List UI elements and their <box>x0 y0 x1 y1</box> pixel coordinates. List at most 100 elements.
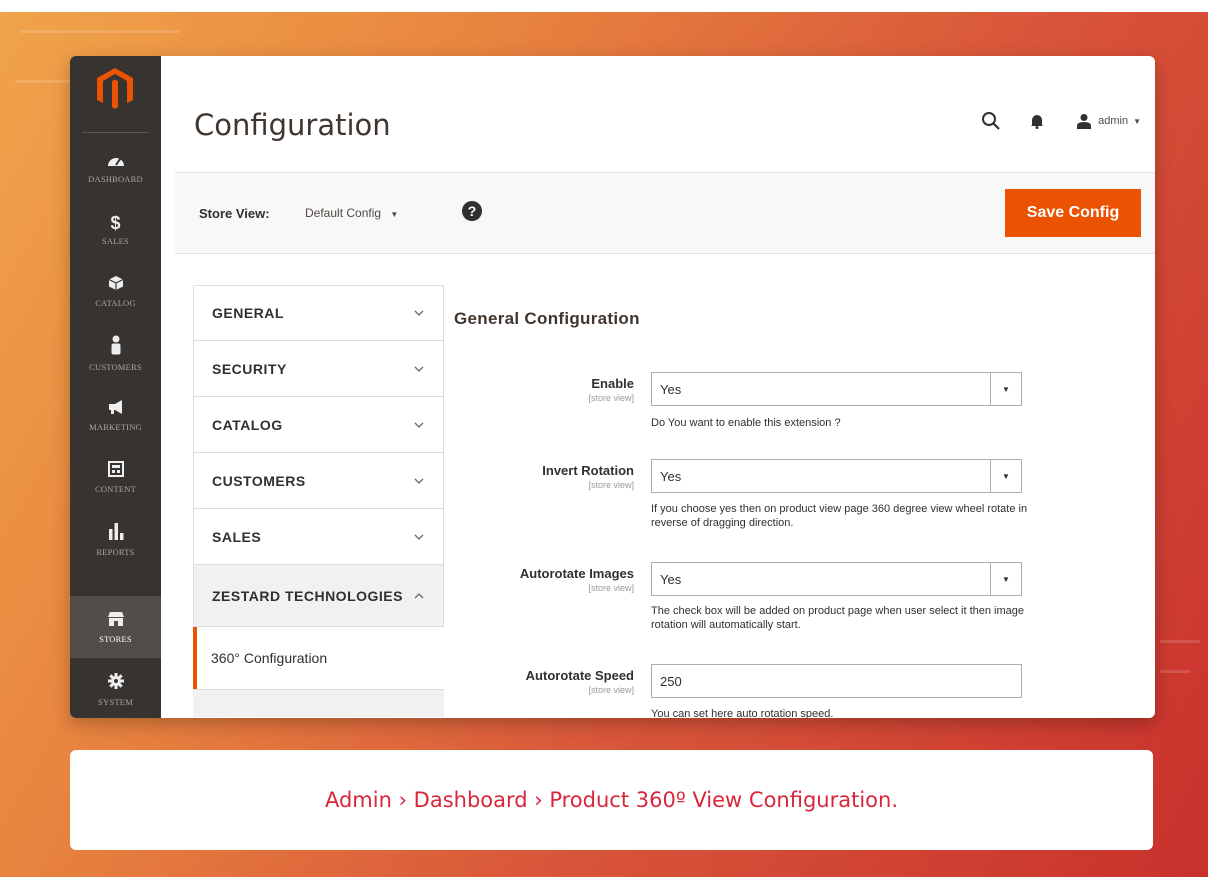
tab-sales[interactable]: SALES <box>193 509 444 565</box>
enable-select[interactable]: Yes ▼ <box>651 372 1022 406</box>
tab-label: GENERAL <box>212 305 284 321</box>
help-icon[interactable]: ? <box>462 201 482 221</box>
field-scope: [store view] <box>588 685 634 695</box>
field-note: Do You want to enable this extension ? <box>651 417 841 429</box>
select-value: Yes <box>660 381 682 397</box>
nav-label: STORES <box>99 633 132 644</box>
bell-icon[interactable] <box>1024 110 1050 132</box>
field-name: Autorotate Images <box>519 566 634 581</box>
user-menu[interactable]: admin ▼ <box>1076 113 1141 129</box>
autorotate-speed-input[interactable]: 250 <box>651 664 1022 698</box>
tab-label: SECURITY <box>212 360 287 377</box>
field-scope: [store view] <box>588 583 634 593</box>
megaphone-icon <box>107 399 125 419</box>
field-label: Autorotate Speed [store view] <box>526 668 634 695</box>
chevron-down-icon: ▼ <box>390 210 399 219</box>
chevron-up-icon <box>414 592 424 598</box>
gear-icon <box>107 672 125 694</box>
store-view-switcher[interactable]: Default Config ▼ <box>305 206 398 220</box>
search-icon[interactable] <box>978 110 1004 132</box>
admin-sidebar: DASHBOARD $ SALES CATALOG CUSTOMERS MARK… <box>70 56 161 718</box>
store-view-label: Store View: <box>199 206 270 221</box>
field-note: If you choose yes then on product view p… <box>651 503 1028 529</box>
nav-marketing[interactable]: MARKETING <box>70 384 161 446</box>
nav-stores[interactable]: STORES <box>70 596 161 658</box>
chevron-down-icon: ▼ <box>990 373 1021 405</box>
page-actions-bar: Store View: Default Config ▼ ? Save Conf… <box>175 172 1155 254</box>
top-border <box>0 0 1208 12</box>
tab-customers[interactable]: CUSTOMERS <box>193 453 444 509</box>
field-label: Enable [store view] <box>588 376 634 403</box>
bottom-border <box>0 877 1208 887</box>
nav-system[interactable]: SYSTEM <box>70 658 161 718</box>
field-name: Autorotate Speed <box>525 668 634 683</box>
nav-dashboard[interactable]: DASHBOARD <box>70 136 161 198</box>
header-actions: admin ▼ <box>958 110 1141 132</box>
cube-icon <box>108 275 124 295</box>
layout-icon <box>107 460 124 481</box>
subtab-360-configuration[interactable]: 360° Configuration <box>193 627 444 689</box>
select-value: Yes <box>660 571 682 587</box>
tab-list-continuation <box>193 689 444 717</box>
tab-label: CATALOG <box>212 416 283 433</box>
tab-security[interactable]: SECURITY <box>193 341 444 397</box>
chevron-down-icon <box>414 534 424 540</box>
nav-label: DASHBOARD <box>88 173 143 184</box>
background-stripe <box>1160 670 1190 673</box>
save-config-button[interactable]: Save Config <box>1005 189 1141 237</box>
caption-card: Admin › Dashboard › Product 360º View Co… <box>70 750 1153 850</box>
chevron-down-icon <box>414 310 424 316</box>
background-stripe <box>1160 640 1200 643</box>
chevron-down-icon <box>414 422 424 428</box>
background-stripe <box>20 30 180 33</box>
config-tabs: GENERAL SECURITY CATALOG CUSTOMERS SALES… <box>193 285 444 717</box>
background-stripe <box>15 80 75 83</box>
invert-rotation-select[interactable]: Yes ▼ <box>651 459 1022 493</box>
field-scope: [store view] <box>588 393 634 403</box>
chevron-down-icon: ▼ <box>990 563 1021 595</box>
tab-catalog[interactable]: CATALOG <box>193 397 444 453</box>
field-label: Autorotate Images [store view] <box>520 566 634 593</box>
nav-catalog[interactable]: CATALOG <box>70 260 161 322</box>
subtab-label: 360° Configuration <box>211 650 328 666</box>
nav-label: CATALOG <box>95 297 136 308</box>
breadcrumb-caption: Admin › Dashboard › Product 360º View Co… <box>324 788 899 812</box>
field-note: You can set here auto rotation speed. <box>651 708 834 718</box>
user-name: admin <box>1098 115 1129 127</box>
person-icon <box>109 335 123 359</box>
select-value: Yes <box>660 468 682 484</box>
main-content: Configuration admin ▼ Store View: Defaul… <box>161 56 1155 718</box>
autorotate-images-select[interactable]: Yes ▼ <box>651 562 1022 596</box>
chevron-down-icon: ▼ <box>990 460 1021 492</box>
field-label: Invert Rotation [store view] <box>542 463 634 490</box>
dashboard-icon <box>107 151 125 171</box>
nav-label: CONTENT <box>94 483 137 494</box>
logo-divider <box>82 132 149 133</box>
chevron-down-icon <box>414 478 424 484</box>
input-value: 250 <box>660 673 682 689</box>
help-glyph: ? <box>467 203 477 219</box>
store-view-value: Default Config <box>305 206 382 220</box>
tab-general[interactable]: GENERAL <box>193 285 444 341</box>
nav-reports[interactable]: REPORTS <box>70 508 161 570</box>
nav-sales[interactable]: $ SALES <box>70 198 161 260</box>
admin-window: DASHBOARD $ SALES CATALOG CUSTOMERS MARK… <box>70 56 1155 718</box>
dollar-icon: $ <box>110 212 121 233</box>
field-note: The check box will be added on product p… <box>651 605 1025 631</box>
nav-content[interactable]: CONTENT <box>70 446 161 508</box>
nav-label: REPORTS <box>96 546 135 557</box>
field-scope: [store view] <box>588 480 634 490</box>
nav-customers[interactable]: CUSTOMERS <box>70 322 161 384</box>
nav-label: SALES <box>102 235 129 246</box>
magento-logo[interactable] <box>95 66 135 110</box>
nav-label: MARKETING <box>89 421 142 432</box>
bar-chart-icon <box>108 522 124 544</box>
chevron-down-icon: ▼ <box>1133 116 1141 126</box>
field-name: Invert Rotation <box>542 463 634 478</box>
tab-zestard-technologies[interactable]: ZESTARD TECHNOLOGIES <box>193 565 444 627</box>
nav-label: CUSTOMERS <box>89 361 142 372</box>
section-title: General Configuration <box>454 309 640 328</box>
user-icon <box>1077 114 1092 129</box>
nav-label: SYSTEM <box>98 696 133 707</box>
tab-label: CUSTOMERS <box>212 472 306 489</box>
